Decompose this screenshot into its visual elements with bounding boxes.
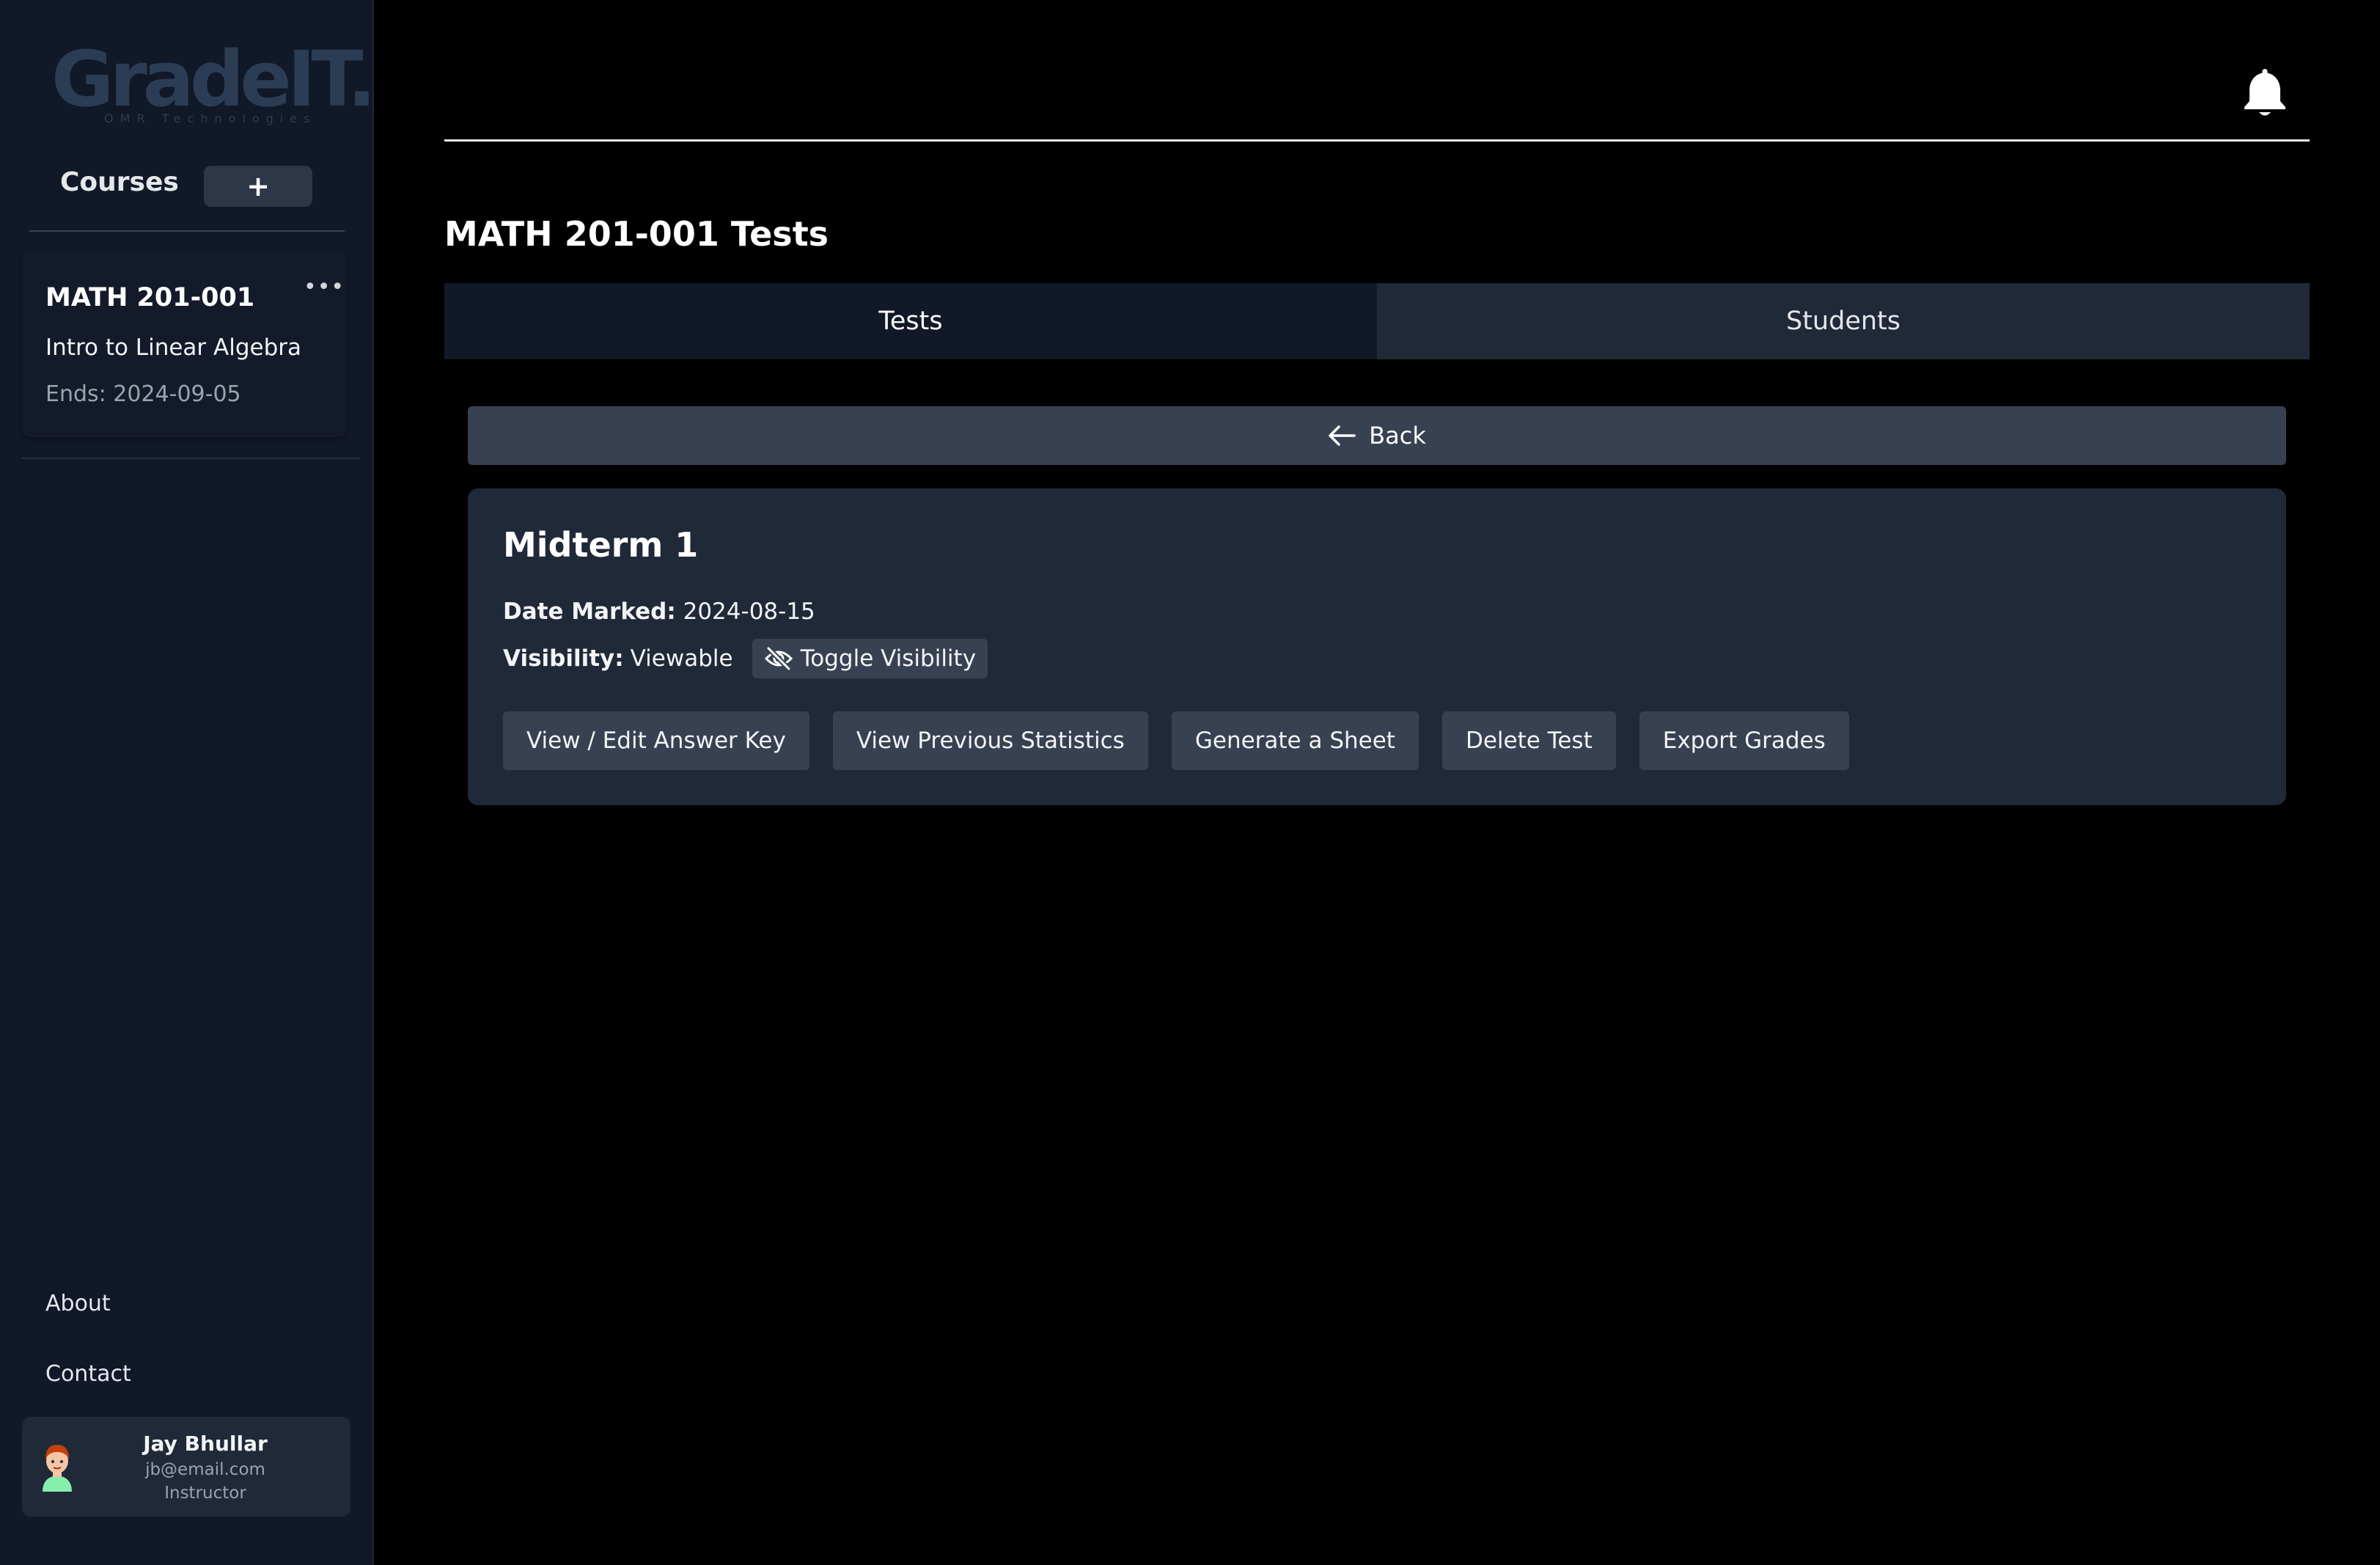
export-grades-button[interactable]: Export Grades (1639, 711, 1849, 770)
toggle-visibility-label: Toggle Visibility (800, 645, 977, 672)
nav-about-link[interactable]: About (45, 1291, 111, 1316)
tab-tests[interactable]: Tests (444, 283, 1377, 359)
sidebar: GradeIT. OMR Technologies Courses + MATH… (0, 0, 376, 1565)
user-info: Jay Bhullar jb@email.com Instructor (95, 1430, 315, 1505)
sidebar-divider (22, 458, 359, 459)
date-marked-row: Date Marked: 2024-08-15 (503, 598, 815, 625)
app-logo[interactable]: GradeIT. OMR Technologies (51, 35, 376, 131)
avatar (43, 1445, 72, 1492)
tab-students[interactable]: Students (1377, 283, 2310, 359)
visibility-label: Visibility: (503, 645, 624, 672)
sidebar-divider (29, 230, 345, 232)
user-profile-card[interactable]: Jay Bhullar jb@email.com Instructor (22, 1417, 350, 1517)
visibility-value: Viewable (630, 645, 733, 672)
delete-test-button[interactable]: Delete Test (1441, 711, 1616, 770)
logo-tagline: OMR Technologies (104, 111, 317, 125)
visibility-row: Visibility: Viewable Toggle Visibility (503, 638, 988, 679)
test-card: Midterm 1 Date Marked: 2024-08-15 Visibi… (468, 488, 2286, 805)
tab-bar: Tests Students (444, 283, 2310, 359)
course-name: Intro to Linear Algebra (45, 334, 301, 361)
test-title: Midterm 1 (503, 525, 699, 565)
bell-icon[interactable] (2241, 66, 2289, 119)
back-button[interactable]: Back (468, 406, 2286, 465)
eye-slash-icon (764, 647, 793, 670)
date-marked-value: 2024-08-15 (683, 598, 815, 625)
user-email: jb@email.com (145, 1460, 265, 1479)
date-marked-label: Date Marked: (503, 598, 676, 625)
user-role: Instructor (164, 1484, 246, 1503)
arrow-left-icon (1329, 425, 1356, 446)
header-divider (444, 139, 2310, 142)
add-course-button[interactable]: + (204, 166, 312, 207)
logo-text: GradeIT. (51, 34, 376, 124)
course-card-math-201[interactable]: MATH 201-001 ••• Intro to Linear Algebra… (22, 249, 348, 437)
course-end-date: Ends: 2024-09-05 (45, 381, 241, 407)
generate-sheet-button[interactable]: Generate a Sheet (1171, 711, 1419, 770)
back-label: Back (1369, 422, 1426, 450)
page-title: MATH 201-001 Tests (444, 214, 829, 254)
test-actions: View / Edit Answer Key View Previous Sta… (503, 711, 1873, 770)
user-name: Jay Bhullar (143, 1432, 268, 1456)
nav-contact-link[interactable]: Contact (45, 1361, 131, 1387)
courses-heading: Courses (60, 167, 179, 197)
course-code: MATH 201-001 (45, 283, 255, 312)
view-previous-statistics-button[interactable]: View Previous Statistics (832, 711, 1148, 770)
toggle-visibility-button[interactable]: Toggle Visibility (752, 639, 988, 678)
course-options-icon[interactable]: ••• (304, 274, 345, 300)
view-edit-answer-key-button[interactable]: View / Edit Answer Key (503, 711, 809, 770)
